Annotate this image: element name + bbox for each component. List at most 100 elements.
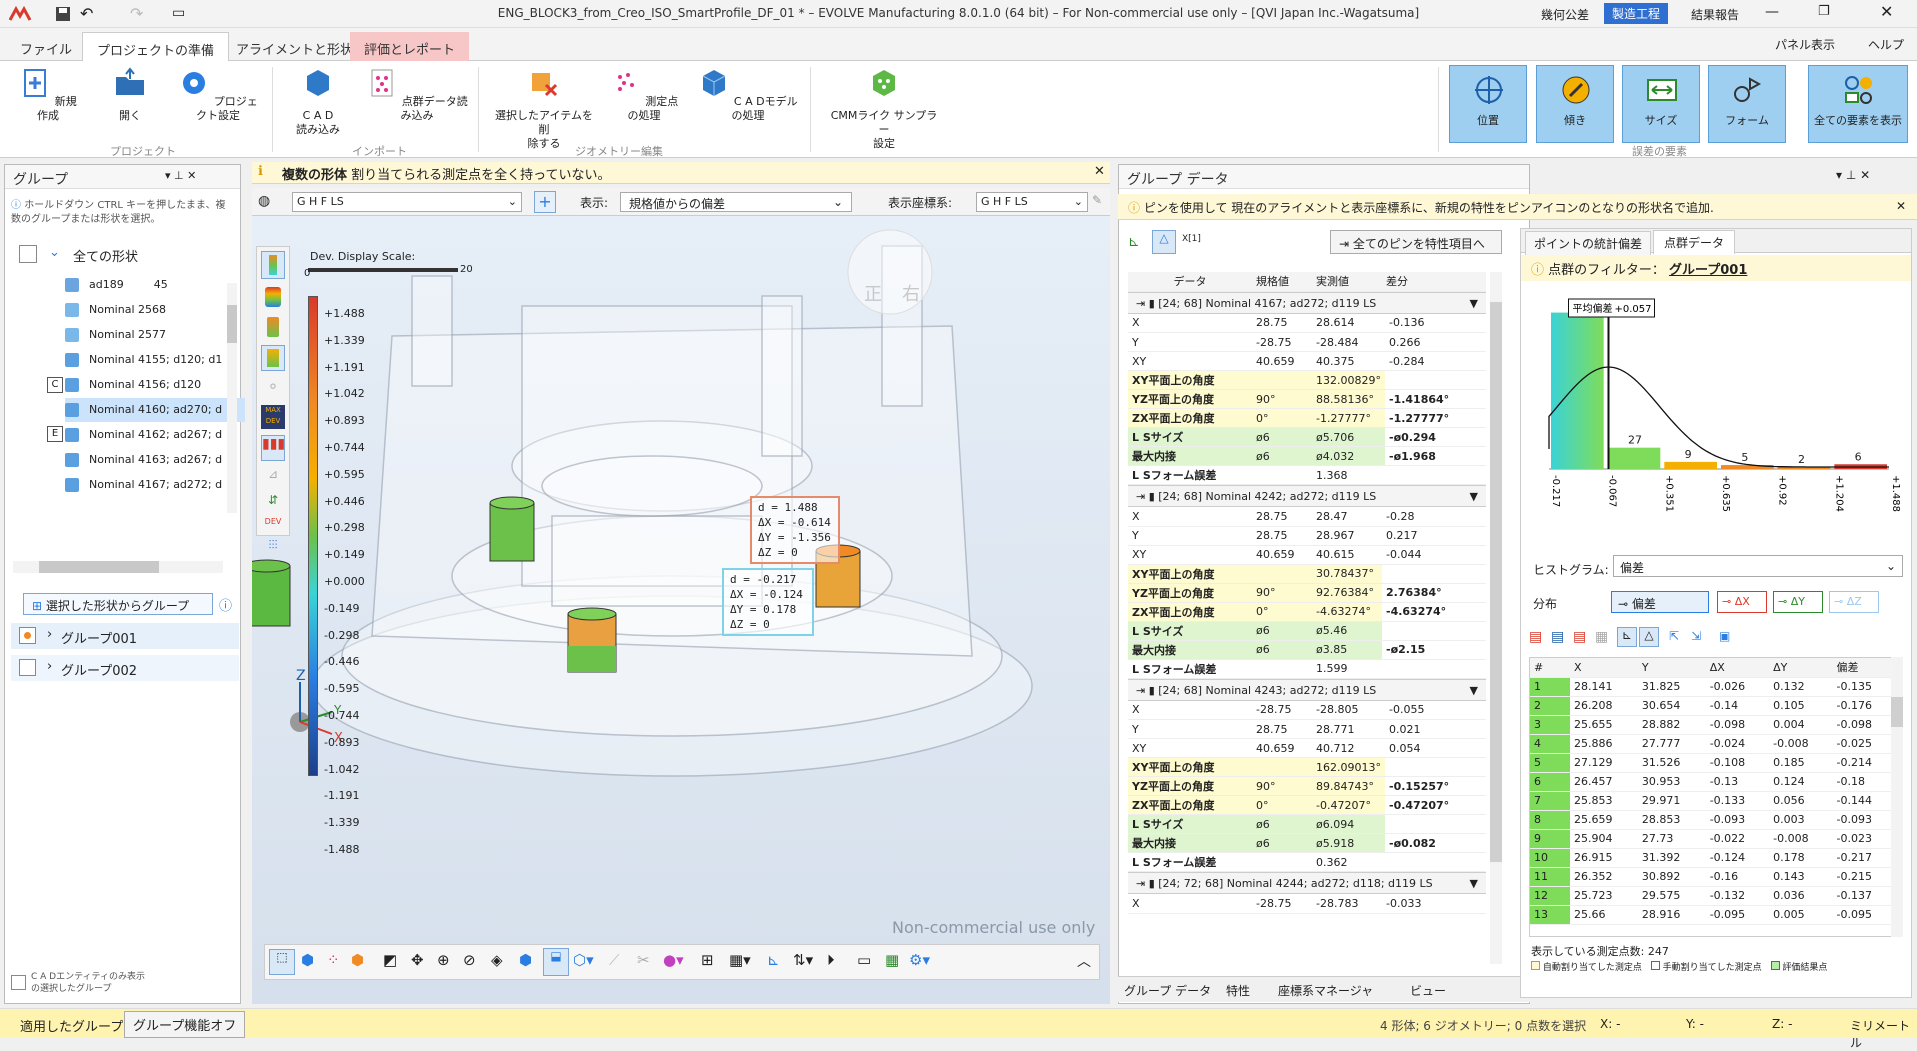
dist-dx-button[interactable]: ⊸ ΔX	[1717, 591, 1767, 613]
table-row[interactable]: XY 40.659 40.375 -0.284	[1128, 351, 1486, 371]
hist-bar[interactable]	[1551, 312, 1604, 469]
table-row[interactable]: 11 26.352 30.892 -0.16 0.143 -0.215	[1530, 867, 1896, 887]
group-checkbox[interactable]	[19, 659, 36, 676]
dist-dz-button[interactable]: ⊸ ΔZ	[1829, 591, 1879, 613]
chevron-down-icon[interactable]: ▼	[1470, 490, 1478, 503]
new-project-button[interactable]: 新規作成	[18, 67, 78, 123]
axis-icon[interactable]: ⊾	[767, 951, 780, 969]
table-row[interactable]: 3 25.655 28.882 -0.098 0.004 -0.098	[1530, 715, 1896, 735]
rotate-icon[interactable]: ◈	[491, 951, 503, 969]
histogram-icon[interactable]: ▮▮▮	[261, 435, 285, 461]
dist-deviation-button[interactable]: ⊸ 偏差	[1611, 591, 1709, 613]
help-button[interactable]: ヘルプ	[1868, 36, 1904, 53]
table-row[interactable]: 10 26.915 31.392 -0.124 0.178 -0.217	[1530, 848, 1896, 868]
section-icon[interactable]: ⟋	[609, 951, 620, 969]
list-item[interactable]: Nominal 4167; ad272; d	[65, 473, 222, 497]
points-icon[interactable]: ⚬	[261, 377, 285, 401]
table-view-icon[interactable]: ▤	[1529, 629, 1542, 645]
table-row[interactable]: 最大内接 ø6 ø4.032 -ø1.968	[1128, 446, 1486, 466]
list-item[interactable]: Nominal 4163; ad267; d	[65, 448, 222, 472]
group-off-button[interactable]: グループ機能オフ	[124, 1011, 246, 1038]
chevron-up-icon[interactable]: ︿	[1077, 951, 1091, 971]
position-button[interactable]: 位置	[1449, 65, 1527, 143]
points-scrollbar[interactable]	[1891, 657, 1903, 937]
cursor-icon[interactable]: ⇲	[1691, 629, 1701, 643]
table-row[interactable]: 最大内接 ø6 ø3.85 -ø2.15	[1128, 640, 1486, 660]
iso-view-icon[interactable]: ⬢	[519, 951, 532, 969]
mode-tab-report[interactable]: 結果報告	[1691, 6, 1739, 23]
play-icon[interactable]: ⏵	[827, 951, 835, 969]
tab-view[interactable]: ビュー	[1410, 982, 1446, 999]
minimize-icon[interactable]: —	[1765, 4, 1779, 20]
zoom-out-icon[interactable]: ⊘	[463, 951, 476, 969]
table-icon[interactable]: ▦	[885, 951, 899, 969]
display-select[interactable]: 規格値からの偏差 ⌄	[620, 192, 852, 212]
3d-viewport[interactable]: 正 右 Z Y X ⚬ MAX DEV ▮▮▮ ⊿ ⇵ DEV ⫶⫶⫶ Dev.…	[252, 216, 1110, 1004]
cube-view-icon[interactable]: ⬢	[301, 951, 314, 969]
table-row[interactable]: 5 27.129 31.526 -0.108 0.185 -0.214	[1530, 753, 1896, 773]
clip-icon[interactable]: ✂	[637, 951, 650, 969]
pin-icon[interactable]: ⇥ ▮	[1136, 297, 1158, 310]
table-row[interactable]: 12 25.723 29.575 -0.132 0.036 -0.137	[1530, 886, 1896, 906]
group-from-shapes-button[interactable]: ⊞ 選択した形状からグループ	[23, 593, 213, 615]
select-points-icon[interactable]: ⁘	[327, 951, 340, 969]
filter-link[interactable]: グループ001	[1669, 263, 1747, 278]
table-row[interactable]: Y 28.75 28.967 0.217	[1128, 526, 1486, 546]
axis-options-icon[interactable]: ⇅▾	[793, 951, 813, 969]
pin-icon[interactable]: ⇥ ▮	[1136, 684, 1158, 697]
marker-icon[interactable]: ●▾	[663, 951, 684, 969]
tab-file[interactable]: ファイル	[6, 32, 86, 61]
list-item[interactable]: Nominal 2577	[65, 323, 166, 347]
feature-section-header[interactable]: ⇥ ▮ [24; 72; 68] Nominal 4244; ad272; d1…	[1128, 872, 1486, 894]
tab-point-cloud[interactable]: 点群データ	[1653, 230, 1736, 254]
pin-all-button[interactable]: ⇥ 全てのピンを特性項目へ	[1330, 230, 1502, 254]
zoom-in-icon[interactable]: ⊕	[437, 951, 450, 969]
cad-only-checkbox[interactable]	[11, 975, 26, 990]
tab-point-stats[interactable]: ポイントの統計偏差	[1525, 231, 1652, 256]
feature-section-header[interactable]: ⇥ ▮ [24; 68] Nominal 4167; ad272; d119 L…	[1128, 291, 1486, 314]
close-icon[interactable]: ✕	[1880, 2, 1893, 21]
table-row[interactable]: 13 25.66 28.916 -0.095 0.005 -0.095	[1530, 905, 1896, 925]
list-item[interactable]: Nominal 4162; ad267; d	[65, 423, 222, 447]
angle-icon[interactable]: △	[1639, 627, 1659, 647]
table-row[interactable]: 9 25.904 27.73 -0.022 -0.008 -0.023	[1530, 829, 1896, 849]
mode-tab-manufacturing[interactable]: 製造工程	[1604, 3, 1669, 24]
tab-characteristics[interactable]: 特性	[1226, 982, 1250, 999]
pencil-icon[interactable]: ✎	[1092, 193, 1102, 207]
table-row[interactable]: XY平面上の角度 132.00829°	[1128, 370, 1486, 390]
cmm-sampler-button[interactable]: CMMライク サンプラー 設定	[826, 67, 942, 151]
table-view-icon[interactable]: ▤	[1573, 629, 1586, 645]
tab-project-prep[interactable]: プロジェクトの準備	[82, 32, 230, 62]
group-row[interactable]: › グループ001	[11, 623, 239, 649]
table-row[interactable]: XY平面上の角度 162.09013°	[1128, 757, 1486, 777]
shapes-icon[interactable]: ⬢	[351, 951, 364, 969]
panel-menu-icon[interactable]: ▾ ⊥ ✕	[165, 169, 196, 182]
tab-coord-manager[interactable]: 座標系マネージャ	[1278, 982, 1373, 999]
axis-icon[interactable]: ⊾	[1617, 627, 1637, 647]
measure-icon[interactable]: ⇵	[261, 493, 285, 517]
chevron-down-icon[interactable]: ▼	[1470, 877, 1478, 890]
info-icon[interactable]: ⓘ	[219, 595, 232, 614]
table-row[interactable]: 1 28.141 31.825 -0.026 0.132 -0.135	[1530, 677, 1896, 697]
axis-icon[interactable]: ⊾	[1128, 234, 1140, 250]
chevron-down-icon[interactable]: ⌄	[49, 245, 60, 260]
tree-hscrollbar[interactable]	[13, 561, 223, 573]
tab-group-data[interactable]: グループ データ	[1124, 982, 1211, 999]
settings-icon[interactable]: ⚙▾	[909, 951, 930, 969]
view-cube[interactable]: 正 右	[847, 229, 933, 315]
histogram-select[interactable]: 偏差 ⌄	[1613, 555, 1903, 577]
coord-select[interactable]: G H F LS ⌄	[976, 192, 1088, 212]
angle-icon[interactable]: △	[1152, 230, 1176, 254]
datum-select[interactable]: G H F LS ⌄	[292, 192, 522, 212]
form-button[interactable]: フォーム	[1708, 65, 1786, 143]
cylinder-view-icon[interactable]	[261, 315, 285, 339]
cursor-icon[interactable]: ⇱	[1669, 629, 1679, 643]
table-row[interactable]: ZX平面上の角度 0° -1.27777° -1.27777°	[1128, 408, 1486, 428]
tilt-button[interactable]: 傾き	[1536, 65, 1614, 143]
max-dev-icon[interactable]: MAX DEV	[261, 405, 285, 429]
table-row[interactable]: YZ平面上の角度 90° 92.76384° 2.76384°	[1128, 583, 1486, 603]
chevron-down-icon[interactable]: ▼	[1470, 297, 1478, 310]
table-row[interactable]: L Sフォーム誤差 0.362	[1128, 852, 1486, 872]
table-row[interactable]: ZX平面上の角度 0° -4.63274° -4.63274°	[1128, 602, 1486, 622]
maximize-icon[interactable]: ❐	[1818, 4, 1830, 19]
